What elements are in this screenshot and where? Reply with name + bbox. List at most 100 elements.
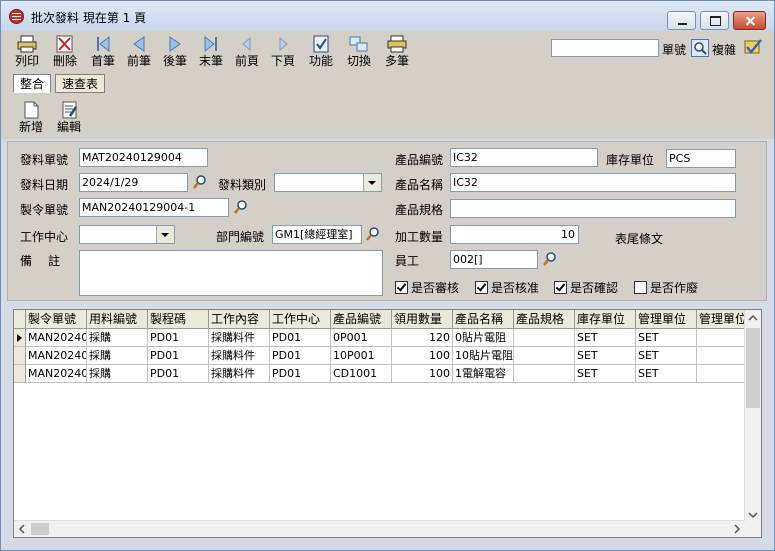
delete-button[interactable]: 刪除 [51,35,79,68]
issue-type-dropdown-button[interactable] [363,174,381,191]
column-header[interactable]: 製程碼 [148,310,209,328]
tab-strip: 整合 速查表 [1,73,774,95]
remark-field[interactable] [79,250,383,296]
row-selector[interactable] [14,347,26,365]
row-selector[interactable] [14,365,26,383]
title-bar: 批次發料 現在第 1 頁 [1,1,774,31]
scroll-right-arrow-icon[interactable] [729,521,745,537]
table-row[interactable]: MAN20240129004-1 採購 PD01 採購料件 PD01 10P00… [14,347,761,365]
process-qty-label: 加工數量 [395,230,444,244]
column-header[interactable]: 產品編號 [331,310,392,328]
table-row[interactable]: MAN20240129004-1 採購 PD01 採購料件 PD01 CD100… [14,365,761,383]
first-record-button[interactable]: 首筆 [89,35,117,68]
authorize-checkbox[interactable]: 是否核准 [475,279,539,296]
new-button[interactable]: 新增 [17,101,45,134]
process-qty-field[interactable]: 10 [450,225,579,244]
switch-icon [349,36,368,52]
checkbox-box [395,281,408,294]
delete-icon [56,35,73,53]
close-button[interactable] [733,11,766,30]
switch-button[interactable]: 切換 [345,35,373,68]
tab-integrated[interactable]: 整合 [13,74,52,93]
maximize-button[interactable] [700,11,729,30]
scroll-up-arrow-icon[interactable] [745,310,761,326]
chevron-down-icon [363,174,381,191]
checkbox-box [634,281,647,294]
last-record-button[interactable]: 末筆 [197,35,225,68]
next-record-icon [169,36,181,52]
new-document-icon [24,101,39,119]
confirm-checkbox[interactable]: 是否確認 [554,279,618,296]
row-selector[interactable] [14,329,26,347]
issue-no-field[interactable]: MAT20240129004 [79,148,208,167]
column-header[interactable]: 管理單位 [697,310,745,328]
approve-checkbox[interactable]: 是否審核 [395,279,459,296]
minimize-button[interactable] [667,11,696,30]
scroll-left-arrow-icon[interactable] [14,521,30,537]
column-header[interactable]: 產品名稱 [453,310,514,328]
vertical-scrollbar[interactable] [744,310,761,523]
column-header[interactable]: 用料編號 [87,310,148,328]
prev-record-button[interactable]: 前筆 [125,35,153,68]
stock-unit-label: 庫存單位 [606,153,655,167]
column-header[interactable]: 產品規格 [514,310,575,328]
function-button[interactable]: 功能 [307,35,335,68]
sub-toolbar: 新增 編輯 [1,95,774,139]
prev-page-icon [242,36,251,52]
app-globe-icon [9,9,24,24]
table-row[interactable]: MAN20240129004-1 採購 PD01 採購料件 PD01 0P001… [14,329,761,347]
issue-date-field[interactable]: 2024/1/29 [79,173,188,192]
work-center-dropdown-button[interactable] [156,226,174,243]
issue-form: 發料單號 MAT20240129004 發料日期 2024/1/29 發料類別 … [7,141,767,301]
work-center-label: 工作中心 [20,230,69,244]
product-name-label: 產品名稱 [395,178,444,192]
printer-icon [17,35,37,53]
footer-text-label: 表尾條文 [615,232,664,246]
dept-field[interactable]: GM1[總經理室] [272,225,362,244]
void-checkbox[interactable]: 是否作廢 [634,279,698,296]
magnifier-icon [694,42,707,55]
remark-label: 備 註 [20,254,63,268]
tab-quick-lookup[interactable]: 速查表 [55,74,106,93]
main-window: 批次發料 現在第 1 頁 列印 刪除 首筆 前筆 後筆 末筆 前頁 下頁 功能 … [0,0,775,551]
chevron-down-icon [156,226,174,243]
next-page-button[interactable]: 下頁 [269,35,297,68]
dept-lookup-icon[interactable] [364,225,382,243]
mo-no-lookup-icon[interactable] [232,198,250,216]
function-icon [313,35,329,53]
product-code-field[interactable]: IC32 [450,148,598,167]
current-row-pointer-icon [17,334,22,342]
search-button[interactable] [691,39,709,57]
stock-unit-field[interactable]: PCS [666,149,736,168]
copy-check-icon[interactable] [741,37,763,59]
print-button[interactable]: 列印 [13,35,41,68]
column-header[interactable]: 工作內容 [209,310,270,328]
mo-no-field[interactable]: MAN20240129004-1 [79,198,229,217]
vertical-scroll-thumb[interactable] [746,328,760,408]
grid-header-corner [14,310,26,328]
order-no-label: 單號 [662,43,687,57]
column-header[interactable]: 工作中心 [270,310,331,328]
product-spec-field[interactable] [450,199,736,218]
prev-page-button[interactable]: 前頁 [233,35,261,68]
employee-lookup-icon[interactable] [541,250,559,268]
employee-field[interactable]: 002[] [450,250,538,269]
detail-grid[interactable]: 製令單號 用料編號 製程碼 工作內容 工作中心 產品編號 領用數量 產品名稱 產… [13,309,762,538]
prev-record-icon [133,36,145,52]
edit-button[interactable]: 編輯 [55,101,83,134]
column-header[interactable]: 領用數量 [392,310,453,328]
column-header[interactable]: 庫存單位 [575,310,636,328]
issue-date-label: 發料日期 [20,178,69,192]
product-name-field[interactable]: IC32 [450,173,736,192]
column-header[interactable]: 管理單位 [636,310,697,328]
horizontal-scroll-thumb[interactable] [31,523,49,535]
copy-label: 複雜 [712,43,737,57]
multi-record-button[interactable]: 多筆 [383,35,411,68]
issue-date-lookup-icon[interactable] [191,173,209,191]
horizontal-scrollbar[interactable] [14,520,745,537]
column-header[interactable]: 製令單號 [26,310,87,328]
dept-label: 部門編號 [216,230,265,244]
next-record-button[interactable]: 後筆 [161,35,189,68]
checkbox-box [475,281,488,294]
order-no-search-input[interactable] [551,39,659,57]
